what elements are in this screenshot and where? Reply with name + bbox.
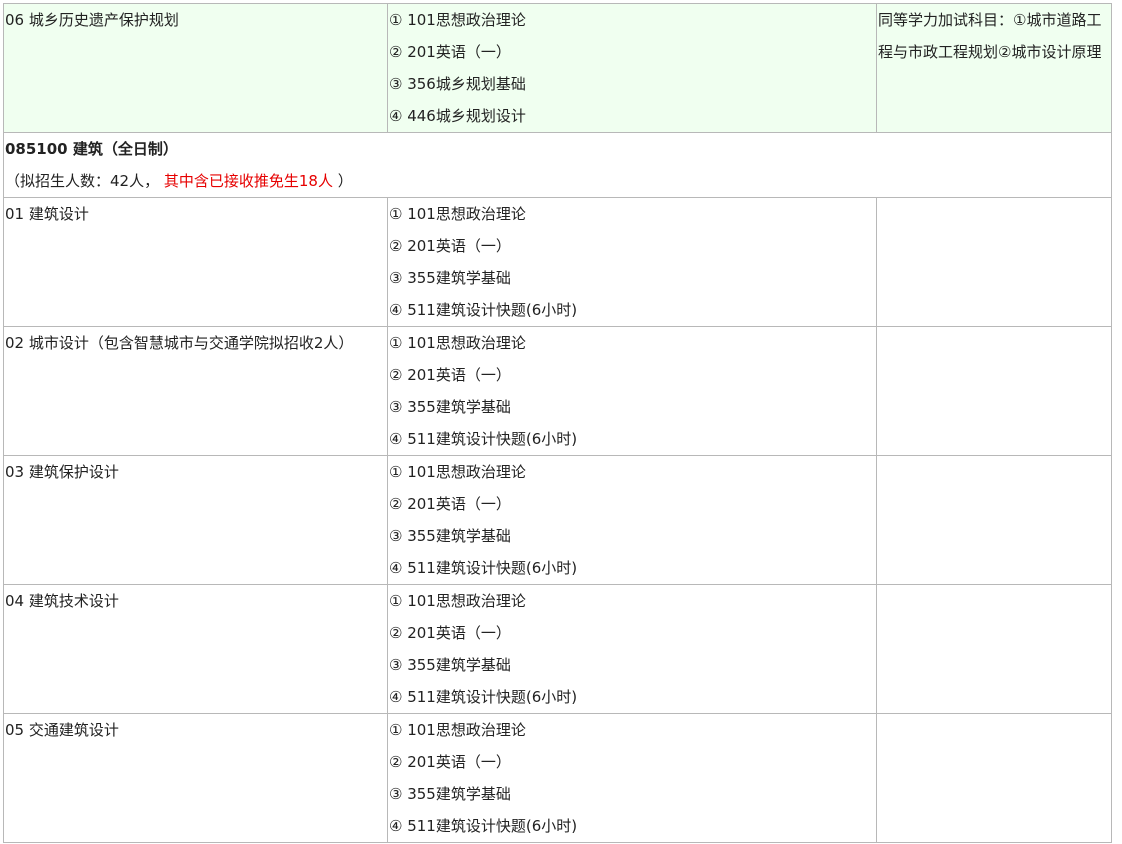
research-direction: 01 建筑设计 [3, 197, 388, 327]
exam-subject: ③ 355建筑学基础 [389, 398, 511, 416]
exam-subject: ④ 511建筑设计快题(6小时) [389, 430, 578, 448]
remarks [876, 584, 1112, 714]
program-header-row: 085100 建筑（全日制） （拟招生人数：42人， 其中含已接收推免生18人 … [3, 132, 1112, 198]
exam-subject: ① 101思想政治理论 [389, 592, 526, 610]
remarks: 同等学力加试科目：①城市道路工程与市政工程规划②城市设计原理 [876, 3, 1112, 133]
exam-subject: ④ 511建筑设计快题(6小时) [389, 301, 578, 319]
exam-subject: ③ 355建筑学基础 [389, 656, 511, 674]
exam-subject: ④ 511建筑设计快题(6小时) [389, 559, 578, 577]
exam-subject: ④ 511建筑设计快题(6小时) [389, 688, 578, 706]
exam-subject: ④ 511建筑设计快题(6小时) [389, 817, 578, 835]
exam-subject: ③ 356城乡规划基础 [389, 75, 526, 93]
table-row: 06 城乡历史遗产保护规划 ① 101思想政治理论 ② 201英语（一） ③ 3… [3, 3, 1112, 133]
research-direction: 03 建筑保护设计 [3, 455, 388, 585]
exam-subjects: ① 101思想政治理论 ② 201英语（一） ③ 355建筑学基础 ④ 511建… [387, 197, 877, 327]
table-row: 05 交通建筑设计 ① 101思想政治理论 ② 201英语（一） ③ 355建筑… [3, 713, 1112, 843]
quota-close: ） [337, 172, 353, 190]
exam-subject: ① 101思想政治理论 [389, 205, 526, 223]
quota-highlight: 其中含已接收推免生18人 [163, 172, 333, 190]
research-direction: 02 城市设计（包含智慧城市与交通学院拟招收2人） [3, 326, 388, 456]
program-header: 085100 建筑（全日制） （拟招生人数：42人， 其中含已接收推免生18人 … [3, 132, 1112, 198]
program-title: 085100 建筑（全日制） [5, 140, 178, 158]
exam-subjects: ① 101思想政治理论 ② 201英语（一） ③ 355建筑学基础 ④ 511建… [387, 713, 877, 843]
quota-text: （拟招生人数：42人， [5, 172, 160, 190]
table-row: 03 建筑保护设计 ① 101思想政治理论 ② 201英语（一） ③ 355建筑… [3, 455, 1112, 585]
exam-subjects: ① 101思想政治理论 ② 201英语（一） ③ 355建筑学基础 ④ 511建… [387, 455, 877, 585]
program-quota: （拟招生人数：42人， 其中含已接收推免生18人 ） [5, 165, 1110, 197]
table-row: 02 城市设计（包含智慧城市与交通学院拟招收2人） ① 101思想政治理论 ② … [3, 326, 1112, 456]
exam-subject: ① 101思想政治理论 [389, 721, 526, 739]
exam-subjects: ① 101思想政治理论 ② 201英语（一） ③ 355建筑学基础 ④ 511建… [387, 584, 877, 714]
remarks [876, 326, 1112, 456]
admissions-table: 06 城乡历史遗产保护规划 ① 101思想政治理论 ② 201英语（一） ③ 3… [3, 3, 1112, 843]
exam-subject: ④ 446城乡规划设计 [389, 107, 526, 125]
exam-subjects: ① 101思想政治理论 ② 201英语（一） ③ 356城乡规划基础 ④ 446… [387, 3, 877, 133]
research-direction: 04 建筑技术设计 [3, 584, 388, 714]
remarks [876, 713, 1112, 843]
exam-subject: ② 201英语（一） [389, 495, 511, 513]
remarks [876, 455, 1112, 585]
exam-subject: ① 101思想政治理论 [389, 11, 526, 29]
exam-subject: ③ 355建筑学基础 [389, 785, 511, 803]
exam-subject: ③ 355建筑学基础 [389, 269, 511, 287]
exam-subjects: ① 101思想政治理论 ② 201英语（一） ③ 355建筑学基础 ④ 511建… [387, 326, 877, 456]
exam-subject: ② 201英语（一） [389, 237, 511, 255]
table-row: 01 建筑设计 ① 101思想政治理论 ② 201英语（一） ③ 355建筑学基… [3, 197, 1112, 327]
exam-subject: ② 201英语（一） [389, 753, 511, 771]
exam-subject: ③ 355建筑学基础 [389, 527, 511, 545]
exam-subject: ① 101思想政治理论 [389, 334, 526, 352]
research-direction: 06 城乡历史遗产保护规划 [3, 3, 388, 133]
research-direction: 05 交通建筑设计 [3, 713, 388, 843]
exam-subject: ② 201英语（一） [389, 43, 511, 61]
exam-subject: ① 101思想政治理论 [389, 463, 526, 481]
remarks [876, 197, 1112, 327]
table-row: 04 建筑技术设计 ① 101思想政治理论 ② 201英语（一） ③ 355建筑… [3, 584, 1112, 714]
exam-subject: ② 201英语（一） [389, 366, 511, 384]
exam-subject: ② 201英语（一） [389, 624, 511, 642]
